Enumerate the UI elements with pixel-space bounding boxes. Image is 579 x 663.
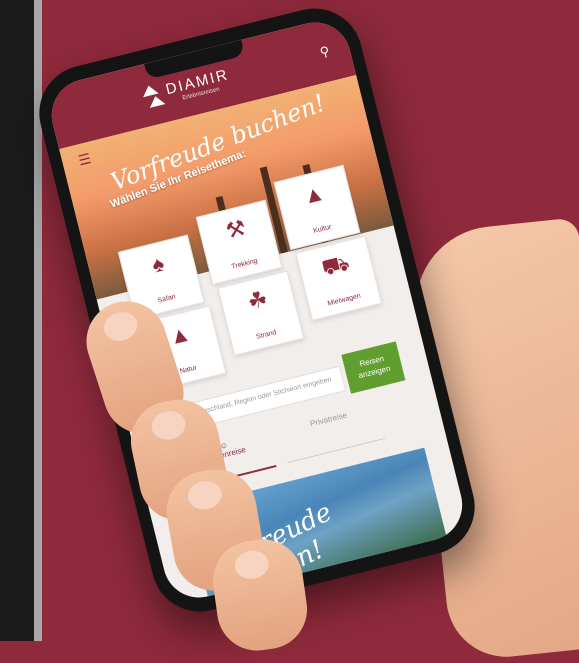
pyramid-icon: ▲ [300, 179, 328, 210]
category-label: Mietwagen [326, 292, 362, 308]
category-label: Trekking [230, 257, 259, 271]
diamir-logo-icon [140, 83, 166, 111]
search-icon[interactable]: ⚲ [318, 43, 331, 61]
palm-icon: ☘ [245, 285, 271, 315]
left-stripe [34, 0, 42, 641]
category-label: Strand [255, 329, 278, 341]
category-label: Kultur [312, 223, 333, 235]
tab-privatreise[interactable]: Privatreise [278, 402, 385, 464]
left-band [0, 0, 34, 641]
category-mietwagen[interactable]: ⛟ Mietwagen [295, 235, 383, 321]
show-trips-button[interactable]: Reisen anzeigen [341, 341, 406, 394]
category-trekking[interactable]: ⚒ Trekking [195, 199, 283, 285]
car-icon: ⛟ [319, 249, 352, 281]
tab-label: Privatreise [309, 410, 349, 429]
elephant-icon: ♠ [149, 250, 167, 278]
category-strand[interactable]: ☘ Strand [217, 270, 305, 356]
hiker-icon: ⚒ [223, 214, 249, 244]
